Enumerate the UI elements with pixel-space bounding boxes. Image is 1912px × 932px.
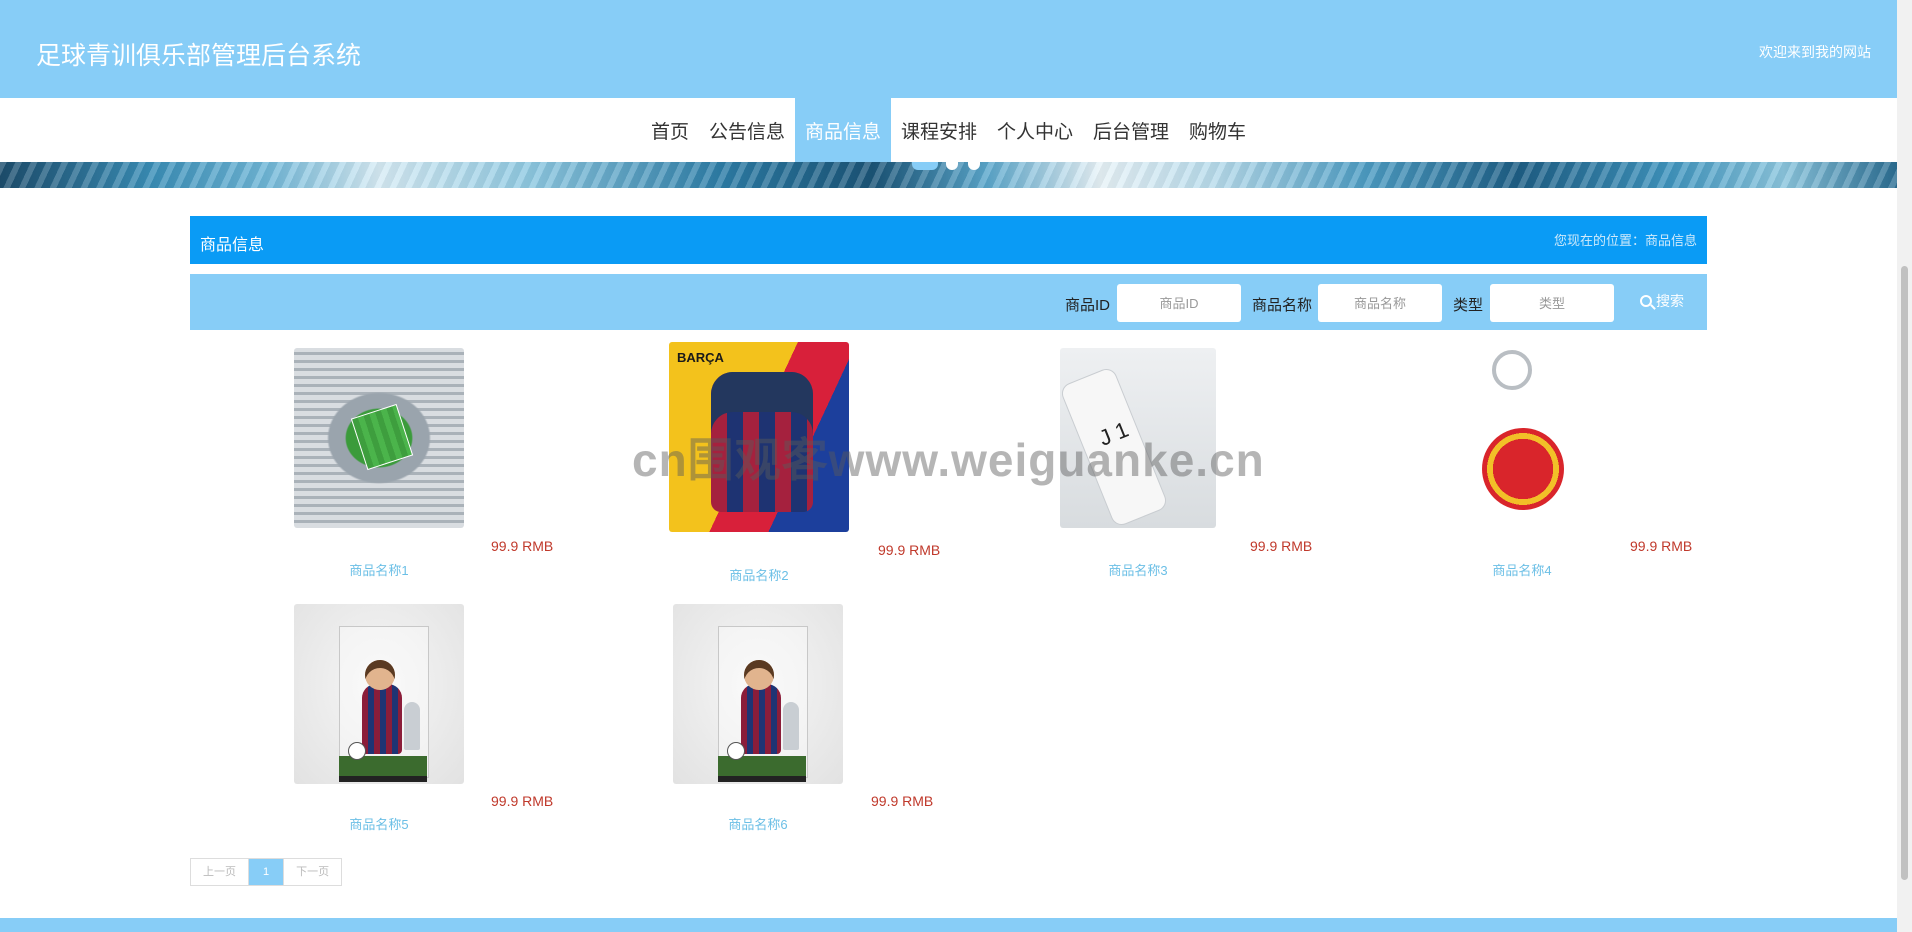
prev-page-button[interactable]: 上一页 — [191, 859, 249, 885]
scrollbar-thumb[interactable] — [1901, 266, 1908, 880]
nav-item-courses[interactable]: 课程安排 — [891, 98, 987, 162]
nav-item-admin[interactable]: 后台管理 — [1083, 98, 1179, 162]
site-title: 足球青训俱乐部管理后台系统 — [36, 42, 362, 70]
nav-item-cart[interactable]: 购物车 — [1179, 98, 1256, 162]
type-label: 类型 — [1453, 297, 1484, 314]
current-page-button[interactable]: 1 — [249, 859, 285, 885]
product-image-bottle[interactable] — [1060, 348, 1216, 528]
carousel-dot[interactable] — [946, 162, 958, 170]
nav-item-profile[interactable]: 个人中心 — [987, 98, 1083, 162]
product-name[interactable]: 商品名称6 — [673, 814, 843, 833]
carousel-dot[interactable] — [968, 162, 980, 170]
search-button-label: 搜索 — [1656, 293, 1684, 309]
search-button[interactable]: 搜索 — [1640, 291, 1684, 311]
product-name[interactable]: 商品名称2 — [674, 565, 844, 584]
nav-item-announcements[interactable]: 公告信息 — [699, 98, 795, 162]
product-image-keyring[interactable] — [1472, 348, 1574, 528]
product-card[interactable]: 99.9 RMB 商品名称5 — [294, 604, 594, 854]
search-bar: 商品ID 商品名称 类型 搜索 — [190, 274, 1707, 330]
breadcrumb: 您现在的位置：商品信息 — [1553, 233, 1697, 248]
product-name[interactable]: 商品名称5 — [294, 814, 464, 833]
product-name[interactable]: 商品名称4 — [1437, 560, 1607, 579]
product-card[interactable]: 99.9 RMB 商品名称3 — [1060, 348, 1360, 598]
carousel-dot-active[interactable] — [912, 162, 938, 170]
product-name[interactable]: 商品名称3 — [1053, 560, 1223, 579]
product-image-backpack[interactable]: BARÇA — [669, 342, 849, 532]
product-image-figure[interactable] — [673, 604, 843, 784]
search-icon — [1640, 295, 1652, 307]
type-input[interactable] — [1490, 284, 1614, 322]
product-image-stadium[interactable] — [294, 348, 464, 528]
product-price: 99.9 RMB — [491, 793, 554, 809]
section-title-bar: 商品信息 您现在的位置：商品信息 — [190, 216, 1707, 264]
site-header: 足球青训俱乐部管理后台系统 欢迎来到我的网站 — [0, 0, 1897, 98]
product-price: 99.9 RMB — [871, 793, 934, 809]
product-card[interactable]: 99.9 RMB 商品名称6 — [673, 604, 973, 854]
product-card[interactable]: BARÇA 99.9 RMB 商品名称2 — [669, 342, 969, 592]
product-name-input[interactable] — [1318, 284, 1442, 322]
pagination: 上一页 1 下一页 — [190, 858, 343, 886]
product-card[interactable]: 99.9 RMB 商品名称1 — [294, 348, 594, 598]
product-name[interactable]: 商品名称1 — [294, 560, 464, 579]
site-footer — [0, 918, 1897, 932]
product-id-input[interactable] — [1117, 284, 1241, 322]
product-price: 99.9 RMB — [491, 538, 554, 554]
product-id-label: 商品ID — [1065, 297, 1111, 314]
next-page-button[interactable]: 下一页 — [284, 859, 342, 885]
product-image-figure[interactable] — [294, 604, 464, 784]
section-title: 商品信息 — [200, 237, 265, 254]
main-nav: 首页 公告信息 商品信息 课程安排 个人中心 后台管理 购物车 — [0, 98, 1897, 162]
product-name-label: 商品名称 — [1252, 297, 1313, 314]
nav-item-products[interactable]: 商品信息 — [794, 98, 891, 162]
page-scrollbar[interactable] — [1897, 0, 1912, 932]
nav-item-home[interactable]: 首页 — [641, 98, 699, 162]
product-price: 99.9 RMB — [1250, 538, 1313, 554]
product-price: 99.9 RMB — [878, 542, 941, 558]
product-card[interactable]: 99.9 RMB 商品名称4 — [1472, 348, 1772, 598]
banner-carousel — [0, 162, 1897, 188]
welcome-text: 欢迎来到我的网站 — [1759, 44, 1871, 60]
product-price: 99.9 RMB — [1630, 538, 1693, 554]
